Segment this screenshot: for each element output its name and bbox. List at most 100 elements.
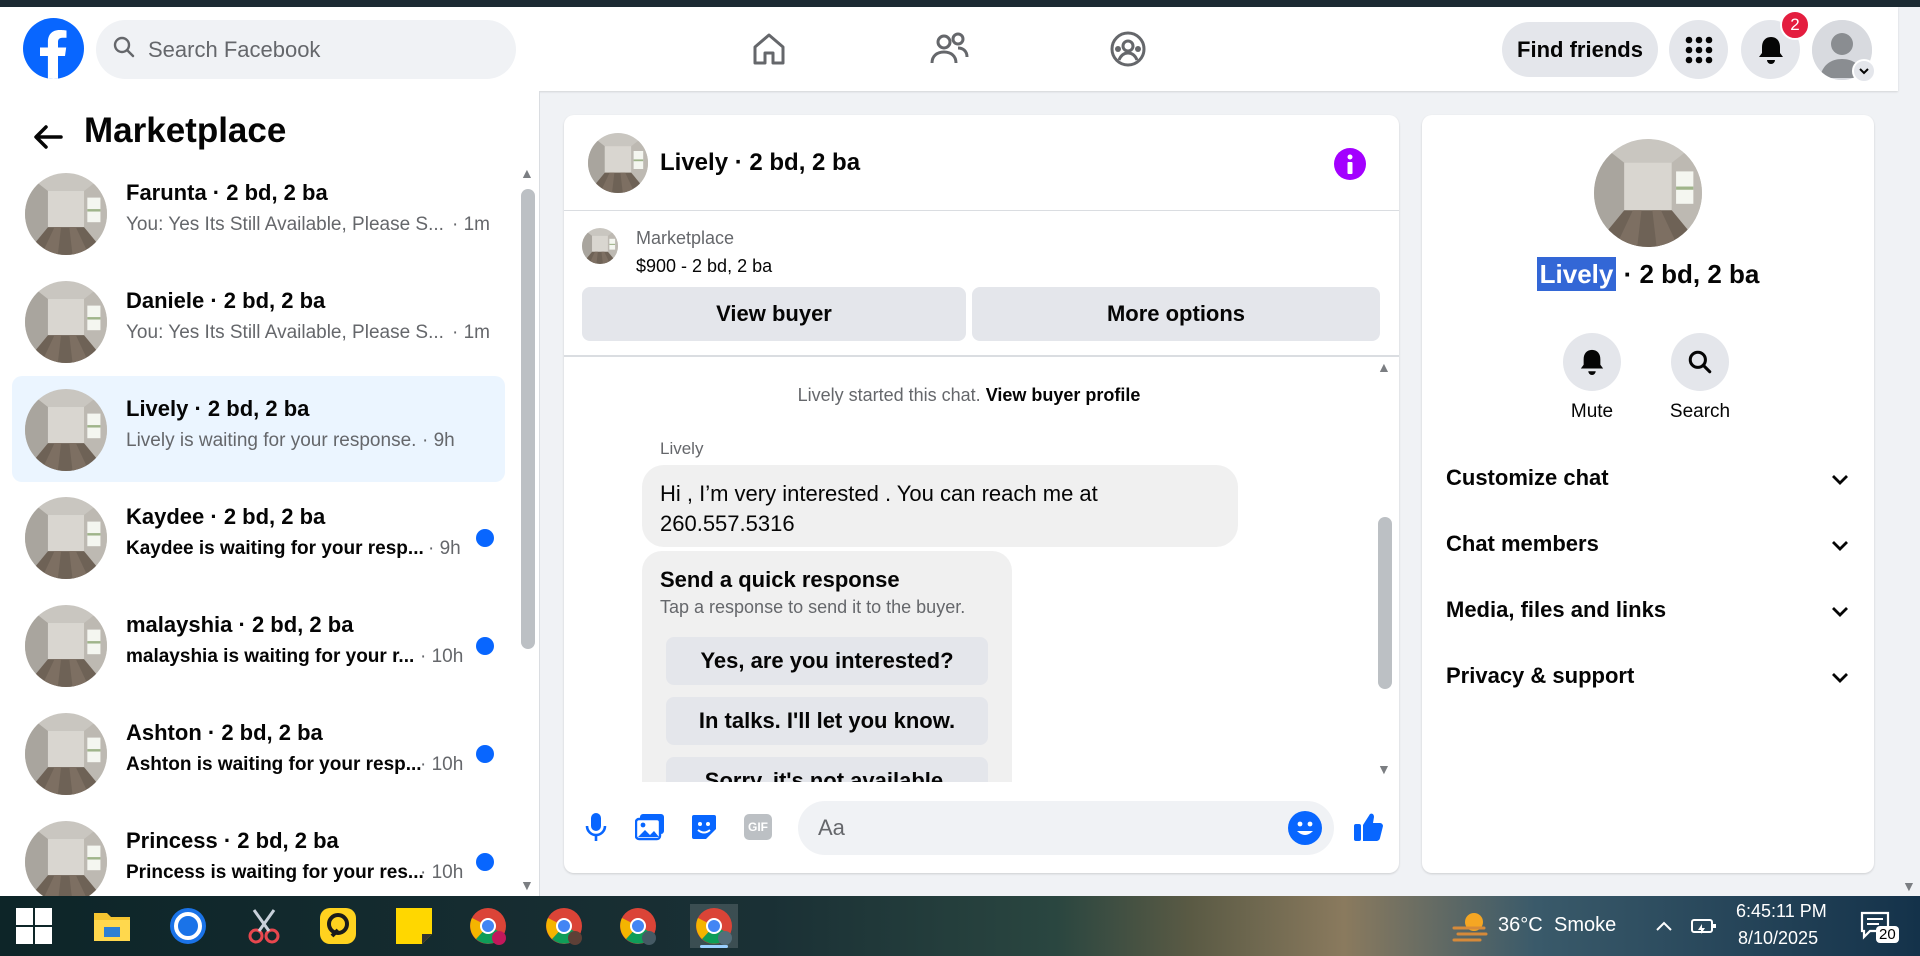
conversation-item[interactable]: Princess · 2 bd, 2 ba Princess is waitin… [12,808,505,896]
top-navigation-bar: Find friends 2 [0,7,1898,91]
home-icon[interactable] [744,24,794,74]
customize-chat-section[interactable]: Customize chat [1446,458,1850,498]
thumbs-up-icon[interactable] [1348,807,1388,847]
chat-title[interactable]: Lively · 2 bd, 2 ba [660,149,860,177]
chevron-down-icon [1830,597,1850,623]
chat-panel: Lively · 2 bd, 2 ba Marketplace $900 - 2… [564,115,1399,873]
message-composer: GIF [564,787,1399,873]
conversation-item[interactable]: Ashton · 2 bd, 2 ba Ashton is waiting fo… [12,700,505,806]
quick-response-button[interactable]: Sorry, it's not available. [666,757,988,782]
groups-icon[interactable] [1103,24,1153,74]
photo-icon[interactable] [630,807,670,847]
weather-icon[interactable] [1446,904,1494,948]
search-icon [1671,333,1729,391]
scroll-up-arrow[interactable]: ▲ [1377,359,1391,375]
gif-icon[interactable]: GIF [738,807,778,847]
listing-thumbnail [25,173,107,255]
clock-date[interactable]: 8/10/2025 [1738,928,1818,949]
unread-indicator [476,529,494,547]
message-input[interactable] [798,801,1334,855]
quick-response-subtitle: Tap a response to send it to the buyer. [660,597,966,617]
mute-label: Mute [1570,401,1614,422]
facebook-logo[interactable] [23,18,84,79]
snipping-tool-icon[interactable] [240,904,288,948]
chrome-icon[interactable] [614,904,662,948]
sticker-icon[interactable] [684,807,724,847]
chrome-icon[interactable] [464,904,512,948]
conversation-name: Princess · 2 bd, 2 ba [126,828,339,853]
scroll-up-arrow[interactable]: ▲ [520,165,534,181]
sidebar-title: Marketplace [84,111,287,150]
sidebar-scrollbar[interactable] [521,189,535,649]
search-bar[interactable] [96,20,516,79]
conversation-time: · 10h [420,754,464,775]
conversation-item[interactable]: Daniele · 2 bd, 2 ba You: Yes Its Still … [12,268,505,374]
emoji-icon[interactable] [1288,811,1322,845]
chevron-down-icon[interactable] [1852,59,1876,83]
quick-response-title: Send a quick response [660,567,900,592]
sticky-notes-icon[interactable] [390,904,438,948]
listing-thumbnail [25,389,107,471]
conversation-name: Lively · 2 bd, 2 ba [126,396,310,421]
chevron-down-icon [1830,531,1850,557]
marketplace-sidebar: Marketplace Farunta · 2 bd, 2 ba You: Ye… [0,91,540,896]
clock-time[interactable]: 6:45:11 PM [1736,901,1827,922]
conversation-name: malayshia · 2 bd, 2 ba [126,612,354,637]
media-files-links-section[interactable]: Media, files and links [1446,590,1850,630]
details-title: Lively · 2 bd, 2 ba [1422,257,1874,291]
file-explorer-icon[interactable] [88,904,136,948]
weather-temperature[interactable]: 36°C [1498,914,1543,937]
chat-members-section[interactable]: Chat members [1446,524,1850,564]
find-friends-button[interactable]: Find friends [1502,22,1658,77]
listing-price: $900 - 2 bd, 2 ba [636,256,773,276]
listing-thumbnail[interactable] [582,228,618,264]
microphone-icon[interactable] [576,807,616,847]
listing-thumbnail [25,281,107,363]
conversation-item[interactable]: Kaydee · 2 bd, 2 ba Kaydee is waiting fo… [12,484,505,590]
back-arrow-icon[interactable] [28,117,68,157]
windows-start-icon[interactable] [10,904,58,948]
browser-icon[interactable] [164,904,212,948]
message-bubble: Hi , I’m very interested . You can reach… [642,465,1238,547]
conversation-name: Ashton · 2 bd, 2 ba [126,720,323,745]
sender-name: Lively [660,439,704,458]
conversation-item-active[interactable]: Lively · 2 bd, 2 ba Lively is waiting fo… [12,376,505,482]
chat-profile-image[interactable] [1594,139,1702,247]
conversation-name: Kaydee · 2 bd, 2 ba [126,504,326,529]
more-options-button[interactable]: More options [972,287,1380,341]
chat-scrollbar[interactable] [1378,517,1392,689]
mute-action[interactable]: Mute [1542,333,1642,423]
friends-icon[interactable] [924,24,974,74]
privacy-support-section[interactable]: Privacy & support [1446,656,1850,696]
quick-response-button[interactable]: Yes, are you interested? [666,637,988,685]
conversation-preview: Princess is waiting for your res... [126,862,424,883]
conversation-time: · 10h [420,646,464,667]
view-buyer-button[interactable]: View buyer [582,287,966,341]
scroll-down-arrow[interactable]: ▼ [1377,761,1391,777]
conversation-item[interactable]: Farunta · 2 bd, 2 ba You: Yes Its Still … [12,160,505,266]
chat-start-note: Lively started this chat. View buyer pro… [797,385,1141,405]
conversation-name: Daniele · 2 bd, 2 ba [126,288,326,313]
conversation-preview: You: Yes Its Still Available, Please S..… [126,214,444,235]
bell-icon [1563,333,1621,391]
app-icon[interactable] [314,904,362,948]
message-input-field[interactable] [818,815,1258,841]
listing-source: Marketplace [636,228,735,248]
search-action[interactable]: Search [1650,333,1750,423]
scroll-down-arrow[interactable]: ▼ [520,877,534,893]
weather-condition[interactable]: Smoke [1554,914,1616,937]
conversation-time: · 9h [422,430,455,451]
conversation-time: · 10h [420,862,464,883]
menu-grid-icon[interactable] [1669,20,1728,79]
info-icon[interactable] [1334,148,1366,180]
quick-response-button[interactable]: In talks. I'll let you know. [666,697,988,745]
conversation-item[interactable]: malayshia · 2 bd, 2 ba malayshia is wait… [12,592,505,698]
chrome-icon-active[interactable] [690,904,738,948]
battery-network-icon[interactable] [1680,904,1728,948]
chevron-down-icon [1830,663,1850,689]
page-scroll-down-arrow[interactable]: ▼ [1902,878,1916,894]
chrome-icon[interactable] [540,904,588,948]
search-input[interactable] [148,36,478,63]
view-buyer-profile-link[interactable]: View buyer profile [986,385,1141,405]
chat-avatar[interactable] [588,133,648,193]
